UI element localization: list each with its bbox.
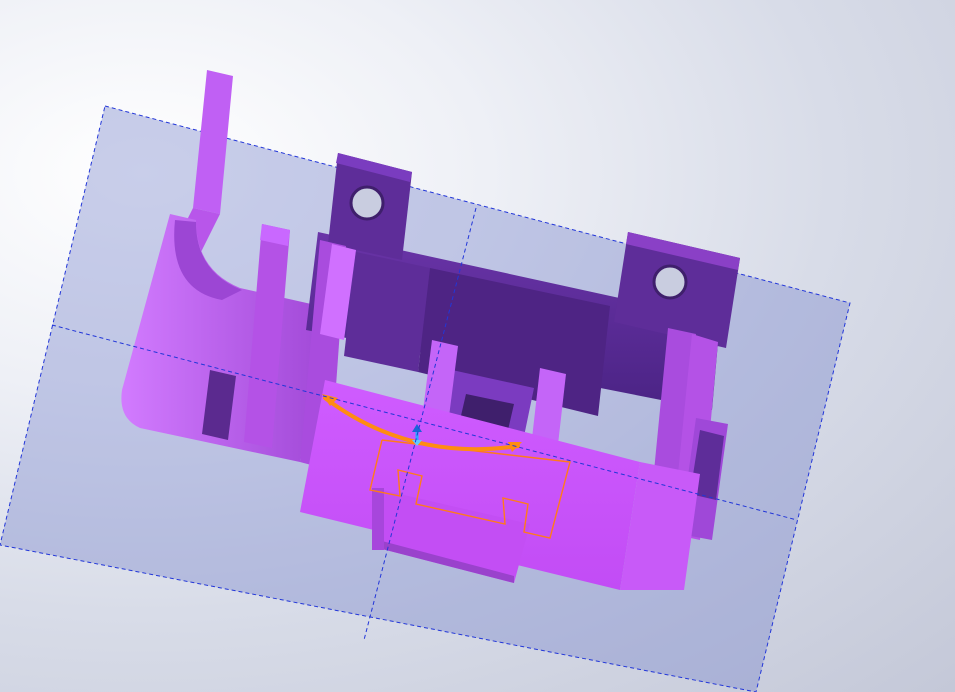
cad-graphics-viewport[interactable] [0, 0, 955, 692]
mount-hole-icon [652, 264, 688, 300]
cad-scene[interactable] [0, 0, 955, 692]
mount-tab-left[interactable] [328, 153, 412, 260]
mount-hole-icon [349, 185, 385, 221]
